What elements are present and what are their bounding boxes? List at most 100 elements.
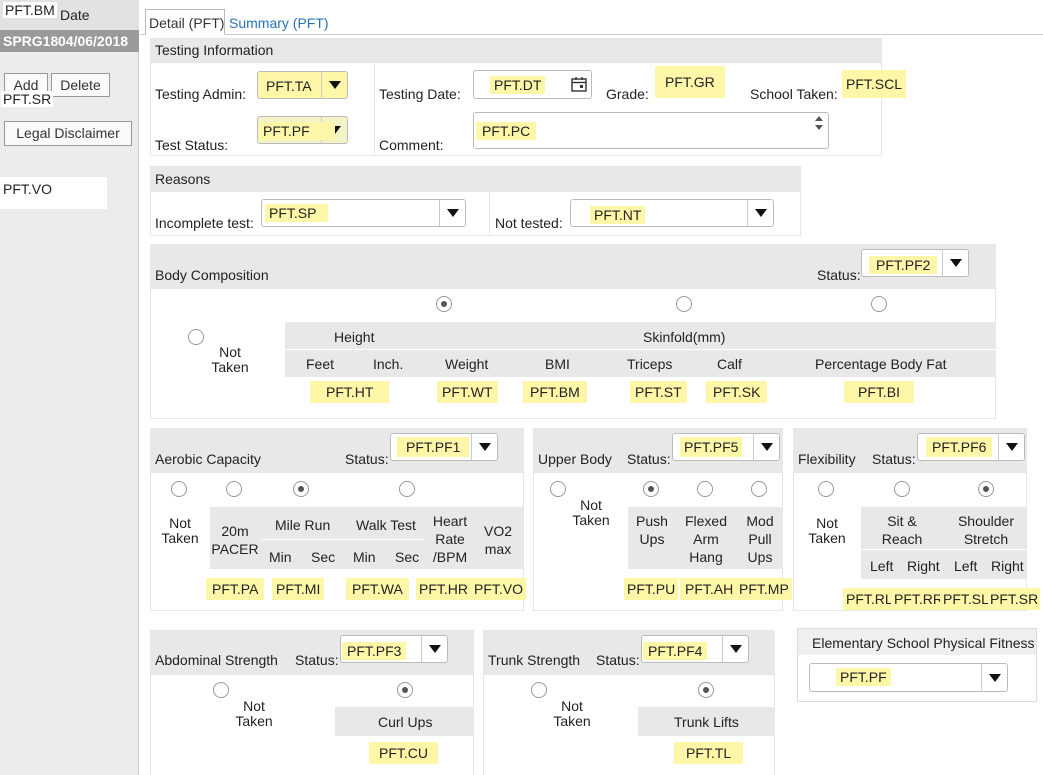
shoulder-left-value: PFT.SL — [940, 588, 992, 610]
flexibility-sit-reach-radio[interactable] — [894, 481, 910, 497]
abdominal-not-taken-label: Not Taken — [235, 698, 273, 729]
body-comp-option-2-radio[interactable] — [676, 296, 692, 312]
upper-body-not-taken-radio[interactable] — [550, 481, 566, 497]
grade-label: Grade: — [606, 86, 649, 102]
height-header: Height — [334, 329, 375, 345]
abdominal-not-taken-radio[interactable] — [213, 682, 229, 698]
sit-reach-left-value: PFT.RL — [843, 588, 896, 610]
body-comp-status-value: PFT.PF2 — [869, 256, 938, 274]
trunk-status-label: Status: — [596, 652, 640, 668]
testing-info-title: Testing Information — [155, 42, 274, 58]
chevron-down-icon — [998, 434, 1024, 460]
flexed-arm-value: PFT.AH — [680, 578, 739, 600]
flexibility-title: Flexibility — [798, 451, 856, 467]
not-tested-value: PFT.NT — [590, 206, 646, 224]
tab-summary[interactable]: Summary (PFT) — [229, 15, 329, 31]
flexibility-status-label: Status: — [872, 451, 916, 467]
elementary-title: Elementary School Physical Fitness — [812, 635, 1035, 651]
testing-date-value: PFT.DT — [490, 76, 546, 94]
body-comp-option-1-radio[interactable] — [436, 296, 452, 312]
chevron-down-icon — [421, 636, 447, 662]
comment-value: PFT.PC — [476, 122, 537, 140]
aerobic-not-taken-label: Not Taken — [161, 515, 199, 546]
flexibility-status-value: PFT.PF6 — [926, 437, 993, 457]
calf-header: Calf — [717, 356, 742, 372]
legal-disclaimer-button[interactable]: Legal Disclaimer — [4, 121, 132, 146]
mile-run-min-header: Min — [269, 549, 292, 565]
reasons-title: Reasons — [155, 171, 211, 187]
aerobic-mile-run-radio[interactable] — [293, 481, 309, 497]
flexibility-subheader-divider — [861, 549, 1027, 550]
pacer-header: 20m PACER — [211, 523, 259, 557]
body-comp-option-3-radio[interactable] — [871, 296, 887, 312]
abdominal-status-label: Status: — [295, 652, 339, 668]
weight-header: Weight — [445, 356, 489, 372]
upper-body-push-ups-radio[interactable] — [643, 481, 659, 497]
heart-rate-value: PFT.HR — [416, 578, 471, 600]
incomplete-test-label: Incomplete test: — [155, 215, 254, 231]
body-comp-not-taken-label: Not Taken — [211, 344, 249, 375]
shoulder-stretch-header: Shoulder Stretch — [957, 513, 1015, 547]
chevron-down-icon — [981, 664, 1007, 691]
tab-bar — [140, 34, 1043, 35]
aerobic-status-value: PFT.PF1 — [397, 437, 470, 457]
aerobic-not-taken-radio[interactable] — [171, 481, 187, 497]
shoulder-right-value: PFT.SR — [988, 588, 1041, 610]
shoulder-right-header: Right — [991, 558, 1024, 574]
trunk-lifts-radio[interactable] — [698, 682, 714, 698]
heart-rate-header: Heart Rate /BPM — [432, 513, 468, 565]
sit-reach-right-header: Right — [907, 558, 940, 574]
vo2-value: PFT.VO — [471, 578, 527, 600]
aerobic-status-label: Status: — [345, 451, 389, 467]
record-date: 04/06/2018 — [58, 33, 129, 49]
chevron-down-icon — [439, 200, 465, 226]
left-panel — [0, 0, 139, 775]
overlay-tag: PFT.BM — [3, 2, 57, 18]
triceps-value: PFT.ST — [630, 381, 687, 403]
spinner-icon[interactable] — [813, 114, 825, 132]
abdominal-curl-ups-radio[interactable] — [397, 682, 413, 698]
trunk-lifts-header: Trunk Lifts — [674, 714, 739, 730]
school-taken-value: PFT.SCL — [842, 70, 907, 98]
weight-value: PFT.WT — [437, 381, 498, 403]
flexibility-not-taken-radio[interactable] — [818, 481, 834, 497]
mile-run-header: Mile Run — [275, 517, 331, 533]
aerobic-walk-test-radio[interactable] — [399, 481, 415, 497]
trunk-not-taken-label: Not Taken — [553, 698, 591, 729]
chevron-down-icon — [321, 72, 347, 98]
reasons-divider — [489, 191, 490, 236]
walk-test-value: PFT.WA — [346, 578, 409, 600]
testing-admin-label: Testing Admin: — [155, 86, 247, 102]
aerobic-subheader-divider — [262, 539, 424, 540]
record-term: SPRG18 — [3, 33, 59, 49]
body-comp-not-taken-radio[interactable] — [188, 329, 204, 345]
upper-body-mod-pull-radio[interactable] — [751, 481, 767, 497]
aerobic-pacer-radio[interactable] — [226, 481, 242, 497]
curl-ups-header: Curl Ups — [378, 714, 433, 730]
walk-test-header: Walk Test — [356, 517, 416, 533]
push-ups-header: Push Ups — [636, 513, 668, 547]
mod-pull-ups-header: Mod Pull Ups — [746, 513, 774, 565]
flexibility-not-taken-label: Not Taken — [808, 515, 846, 546]
sit-reach-left-header: Left — [870, 558, 894, 574]
calendar-icon[interactable] — [571, 76, 587, 92]
elementary-value: PFT.PF — [836, 668, 891, 686]
chevron-down-icon — [753, 434, 779, 460]
trunk-not-taken-radio[interactable] — [531, 682, 547, 698]
chevron-down-icon — [942, 250, 968, 276]
upper-body-flexed-arm-radio[interactable] — [697, 481, 713, 497]
test-status-label: Test Status: — [155, 137, 229, 153]
delete-button[interactable]: Delete — [51, 73, 110, 97]
feet-header: Feet — [306, 356, 335, 372]
trunk-lifts-value: PFT.TL — [674, 742, 744, 764]
reasons-header-bar — [150, 166, 801, 191]
test-status-value: PFT.PF — [259, 122, 335, 140]
skinfold-header: Skinfold(mm) — [643, 329, 726, 345]
school-taken-label: School Taken: — [750, 86, 838, 102]
shoulder-left-header: Left — [954, 558, 978, 574]
body-comp-status-label: Status: — [817, 267, 861, 283]
flexibility-shoulder-radio[interactable] — [978, 481, 994, 497]
sit-reach-right-value: PFT.RR — [891, 588, 946, 610]
bmi-header: BMI — [545, 356, 570, 372]
testing-info-divider-1 — [374, 62, 375, 156]
